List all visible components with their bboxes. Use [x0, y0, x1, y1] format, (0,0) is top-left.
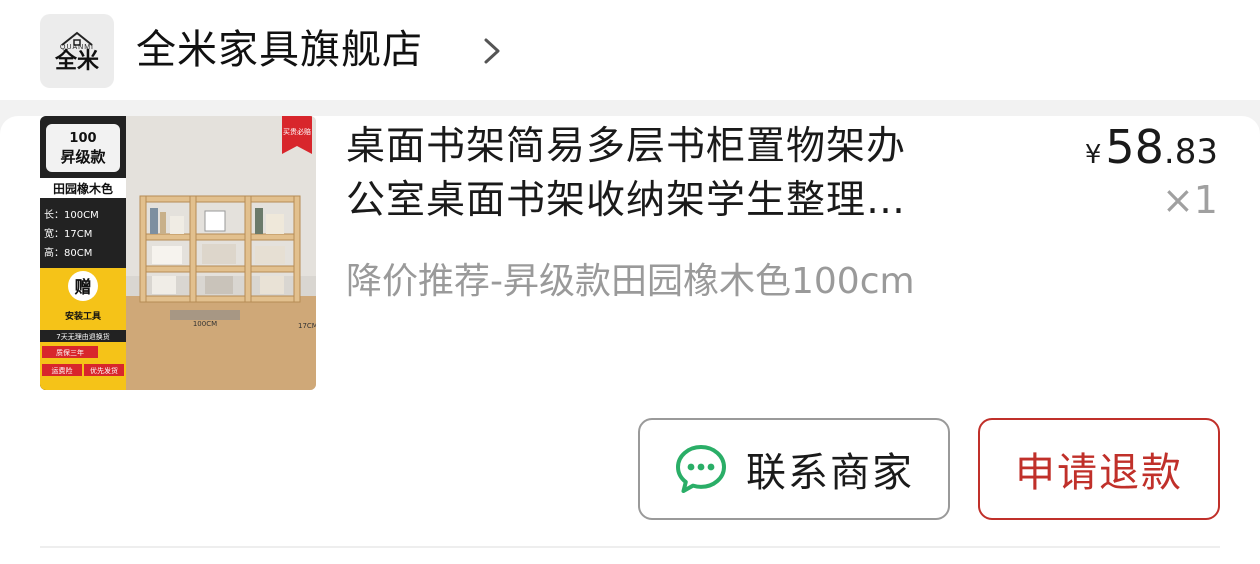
- promo1-text: 7天无理由退换货: [56, 332, 109, 341]
- measure-100-label: 100CM: [193, 320, 217, 328]
- store-header[interactable]: QUANMI 全米 全米家具旗舰店: [0, 0, 1260, 100]
- chevron-right-icon[interactable]: [480, 34, 504, 68]
- contact-seller-button[interactable]: 联系商家: [638, 418, 950, 520]
- measure-17-label: 17CM: [298, 322, 316, 330]
- dim-length-text: 长：100CM: [44, 209, 99, 221]
- product-title-line2: 公室桌面书架收纳架学生整理…: [346, 178, 907, 223]
- gift-item-text: 安装工具: [65, 310, 101, 322]
- promo2-text: 质保三年: [56, 348, 84, 357]
- wechat-chat-icon: [676, 445, 726, 493]
- contact-seller-label: 联系商家: [746, 450, 914, 496]
- order-item-card: 100CM 17CM 100 昇级款 田园橡木色 长：100CM 宽：17CM …: [0, 116, 1260, 564]
- dim-height-text: 高：80CM: [44, 246, 92, 259]
- logo-text-cn: 全米: [54, 48, 99, 74]
- apply-refund-label: 申请退款: [1015, 450, 1183, 496]
- corner-tag-text: 买贵必赔: [283, 127, 311, 136]
- badge-title-text: 昇级款: [60, 148, 106, 166]
- price-integer: 58: [1105, 120, 1164, 174]
- store-name[interactable]: 全米家具旗舰店: [136, 24, 423, 76]
- color-label-text: 田园橡木色: [53, 181, 113, 196]
- divider: [40, 546, 1220, 548]
- product-price: ¥58.83: [1085, 120, 1218, 174]
- product-quantity: ×1: [1161, 178, 1218, 222]
- badge-top-text: 100: [69, 131, 96, 146]
- product-title[interactable]: 桌面书架简易多层书柜置物架办 公室桌面书架收纳架学生整理…: [346, 120, 1016, 232]
- promo3-text: 运费险: [52, 366, 73, 375]
- apply-refund-button[interactable]: 申请退款: [978, 418, 1220, 520]
- product-thumbnail[interactable]: 100CM 17CM 100 昇级款 田园橡木色 长：100CM 宽：17CM …: [40, 116, 316, 390]
- product-title-line1: 桌面书架简易多层书柜置物架办: [346, 124, 907, 169]
- price-decimal: .83: [1163, 132, 1218, 172]
- house-roof-icon: [60, 30, 94, 46]
- dim-width-text: 宽：17CM: [44, 227, 92, 240]
- promo4-text: 优先发货: [90, 366, 118, 375]
- price-currency: ¥: [1084, 140, 1102, 170]
- product-sku: 降价推荐-昇级款田园橡木色100cm: [346, 261, 915, 302]
- store-logo[interactable]: QUANMI 全米: [40, 14, 114, 88]
- gift-text: 赠: [75, 277, 92, 298]
